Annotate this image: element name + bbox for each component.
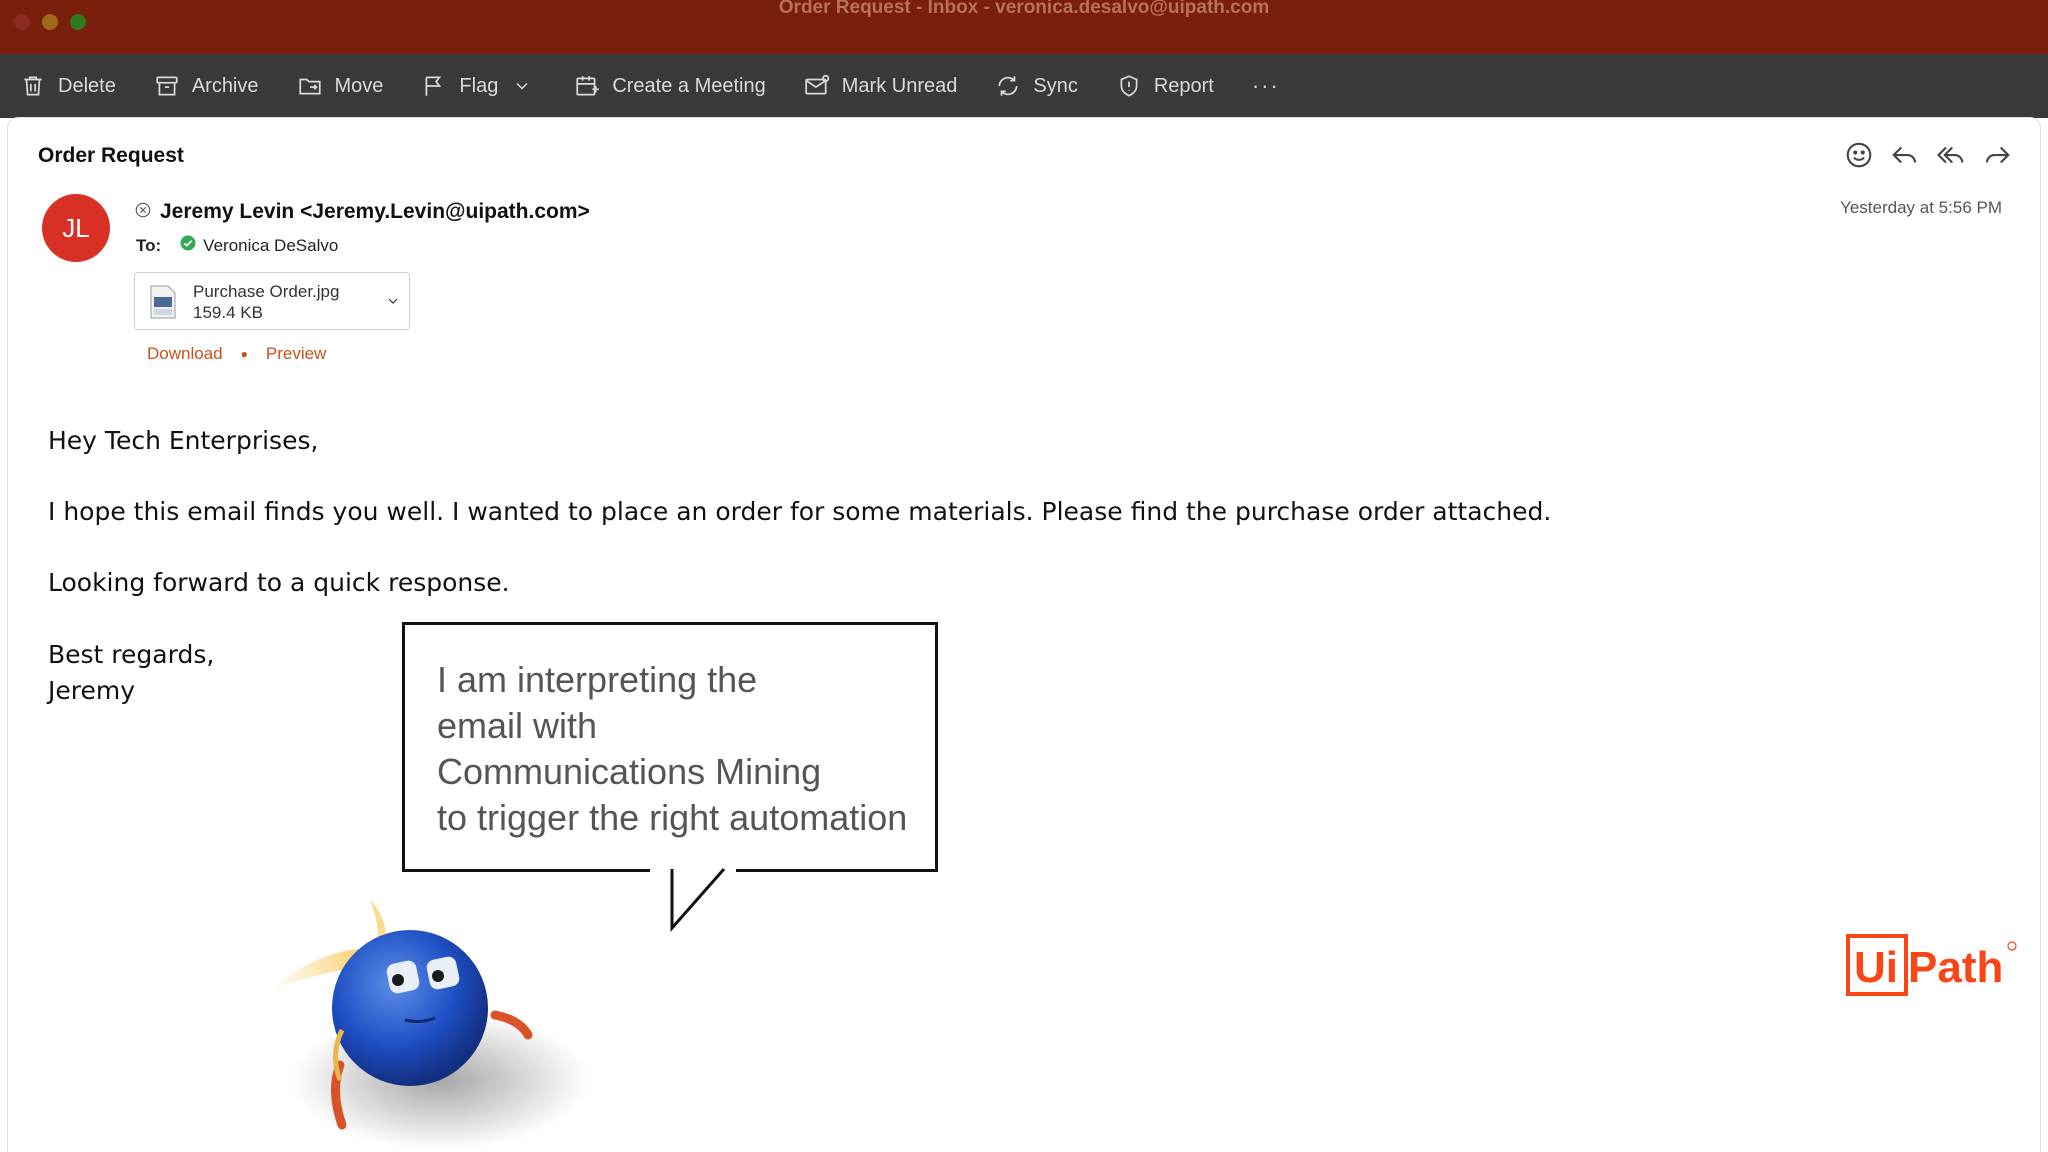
preview-link[interactable]: Preview [266, 344, 326, 364]
svg-text:Path: Path [1908, 943, 2003, 992]
more-actions-button[interactable]: ··· [1252, 73, 1280, 99]
report-label: Report [1153, 74, 1214, 97]
folder-move-icon [298, 78, 321, 95]
download-link[interactable]: Download [147, 344, 223, 364]
to-label: To: [136, 235, 162, 255]
reply-button[interactable] [1890, 140, 1920, 170]
reaction-button[interactable] [1844, 140, 1874, 170]
flag-icon [425, 76, 442, 96]
delete-button[interactable]: Delete [20, 73, 116, 99]
svg-text:Ui: Ui [1854, 943, 1898, 992]
attachment-size: 159.4 KB [193, 303, 263, 322]
mark-unread-button[interactable]: Mark Unread [804, 73, 958, 99]
reply-all-icon [1936, 146, 1964, 164]
attachment-links: Download ● Preview [147, 344, 326, 364]
sender-avatar: JL [42, 194, 110, 262]
archive-label: Archive [191, 74, 259, 97]
uipath-logo: Ui Path [1846, 934, 2017, 996]
minimize-window-button[interactable] [42, 14, 58, 30]
body-paragraph-1: I hope this email finds you well. I want… [48, 497, 1552, 526]
reply-all-button[interactable] [1936, 140, 1966, 170]
unverified-status-icon [134, 201, 152, 224]
recipients-row: To: Veronica DeSalvo [136, 234, 338, 257]
calendar-add-icon [576, 76, 600, 96]
mark-unread-label: Mark Unread [841, 74, 958, 97]
flag-label: Flag [459, 74, 499, 97]
smiley-icon [1846, 142, 1872, 168]
link-separator: ● [240, 347, 248, 361]
chevron-down-icon [388, 298, 398, 304]
body-paragraph-2: Looking forward to a quick response. [48, 568, 510, 597]
close-window-button[interactable] [14, 14, 30, 30]
recipient-name[interactable]: Veronica DeSalvo [203, 236, 338, 256]
message-subject: Order Request [38, 144, 184, 167]
speech-bubble-tail [650, 866, 736, 932]
move-button[interactable]: Move [297, 73, 384, 99]
speech-bubble: I am interpreting the email with Communi… [402, 622, 938, 872]
create-meeting-button[interactable]: Create a Meeting [574, 73, 766, 99]
archive-button[interactable]: Archive [154, 73, 259, 99]
sync-icon [998, 76, 1018, 96]
reply-icon [1892, 146, 1917, 164]
zoom-window-button[interactable] [70, 14, 86, 30]
shield-icon [1120, 75, 1138, 97]
sync-label: Sync [1033, 74, 1078, 97]
body-signature: Jeremy [48, 676, 136, 705]
sender-name[interactable]: Jeremy Levin <Jeremy.Levin@uipath.com> [160, 200, 590, 224]
move-label: Move [334, 74, 384, 97]
mail-toolbar: Delete Archive Move Flag Create a Meetin… [0, 54, 2048, 118]
body-signoff: Best regards, [48, 640, 215, 669]
speech-bubble-text: I am interpreting the email with Communi… [437, 659, 908, 838]
create-meeting-label: Create a Meeting [612, 74, 766, 97]
attachment-menu-button[interactable] [385, 293, 401, 309]
attachment-name: Purchase Order.jpg [193, 282, 340, 301]
chevron-down-icon [516, 82, 528, 90]
robot-mascot [270, 900, 590, 1150]
forward-icon [1985, 146, 2010, 164]
sync-button[interactable]: Sync [995, 73, 1078, 99]
delete-label: Delete [58, 74, 116, 97]
attachment-card[interactable]: Purchase Order.jpg 159.4 KB [134, 272, 410, 330]
image-file-icon [150, 285, 176, 319]
flag-button[interactable]: Flag [421, 73, 498, 99]
title-bar: Order Request - Inbox - veronica.desalvo… [0, 0, 2048, 54]
message-timestamp: Yesterday at 5:56 PM [1840, 198, 2002, 217]
verified-check-icon [179, 234, 203, 257]
forward-button[interactable] [1982, 140, 2012, 170]
message-actions [1828, 140, 2012, 170]
report-button[interactable]: Report [1116, 73, 1214, 99]
trash-icon [24, 76, 42, 96]
flag-dropdown-button[interactable] [512, 76, 544, 96]
window-title: Order Request - Inbox - veronica.desalvo… [778, 0, 1270, 18]
envelope-unread-icon [805, 74, 829, 95]
body-greeting: Hey Tech Enterprises, [48, 426, 319, 455]
sender-row: Jeremy Levin <Jeremy.Levin@uipath.com> [134, 200, 590, 224]
archive-icon [156, 76, 178, 96]
